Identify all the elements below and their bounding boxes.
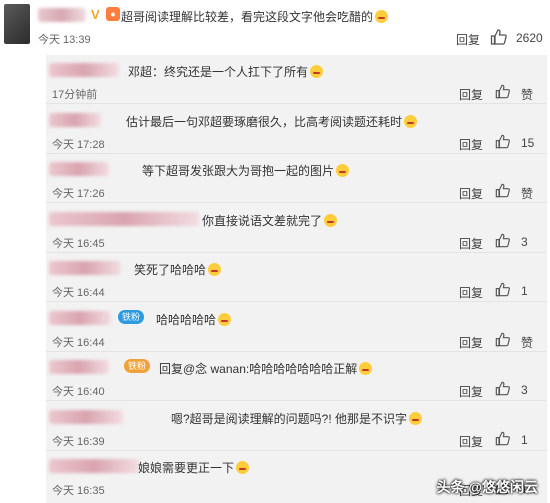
reply-timestamp: 今天 17:26 (52, 188, 105, 200)
emoji-icon (310, 65, 324, 78)
reply-item: 等下超哥发张跟大为哥抱一起的图片今天 17:26 回复 赞 (46, 154, 547, 203)
reply-item: 估计最后一句邓超要琢磨很久，比高考阅读题还耗时今天 17:28 回复 15 (46, 105, 547, 154)
reply-button[interactable]: 回复 (459, 433, 483, 450)
replies-list: 邓超：终究还是一个人扛下了所有 17分钟前 回复赞估计最后一句邓超要琢磨很久，比高考… (46, 55, 547, 503)
reply-username-blurred[interactable] (49, 113, 101, 127)
reply-timestamp: 今天 16:45 (52, 238, 105, 250)
like-count: 2620 (516, 31, 543, 45)
reply-timestamp: 今天 16:40 (52, 386, 105, 398)
reply-text: 你直接说语文差就完了 (202, 212, 338, 229)
vip-icon: ● (106, 7, 120, 21)
divider (46, 301, 547, 302)
reply-text: 娘娘需要更正一下 (138, 459, 250, 476)
reply-item: 铁粉 回复@念 wanan:哈哈哈哈哈哈哈正解今天 16:40 回复 3 (46, 352, 547, 401)
emoji-icon (218, 313, 232, 326)
reply-body: 笑死了哈哈哈 (134, 263, 207, 277)
thumbs-up-icon[interactable] (490, 29, 508, 45)
reply-item: 笑死了哈哈哈今天 16:44 回复 1 (46, 253, 547, 302)
emoji-icon (336, 164, 350, 177)
reply-button[interactable]: 回复 (456, 31, 480, 48)
reply-button[interactable]: 回复 (459, 86, 483, 103)
reply-username-blurred[interactable] (49, 261, 121, 275)
emoji-icon (404, 115, 418, 128)
reply-timestamp: 17分钟前 (52, 89, 98, 101)
reply-text: 笑死了哈哈哈 (134, 261, 222, 278)
emoji-icon (359, 362, 373, 375)
divider (46, 400, 547, 401)
reply-timestamp: 今天 16:35 (52, 485, 105, 497)
comment-thread: V ● 超哥阅读理解比较差，看完这段文字他会吃醋的 今天 13:39 回复 26… (0, 0, 550, 503)
emoji-icon (208, 263, 222, 276)
thumbs-up-icon[interactable] (495, 233, 511, 248)
divider (46, 103, 547, 104)
reply-username-blurred[interactable] (49, 212, 199, 226)
timestamp: 今天 13:39 (38, 34, 91, 46)
reply-username-blurred[interactable] (49, 459, 139, 473)
thumbs-up-icon[interactable] (495, 84, 511, 99)
emoji-icon (409, 412, 423, 425)
reply-username-blurred[interactable] (49, 360, 109, 374)
reply-body: 哈哈哈哈哈 (156, 313, 217, 327)
reply-timestamp: 今天 16:44 (52, 287, 105, 299)
reply-button[interactable]: 回复 (459, 185, 483, 202)
reply-timestamp: 今天 16:44 (52, 337, 105, 349)
reply-username-blurred[interactable] (49, 63, 119, 77)
reply-button[interactable]: 回复 (459, 383, 483, 400)
username-blurred[interactable] (38, 8, 86, 22)
reply-body: 等下超哥发张跟大为哥抱一起的图片 (142, 164, 335, 178)
comment-body: 超哥阅读理解比较差，看完这段文字他会吃醋的 (121, 10, 374, 24)
reply-body: 你直接说语文差就完了 (202, 214, 323, 228)
reply-item: 铁粉 哈哈哈哈哈今天 16:44 回复 赞 (46, 303, 547, 352)
reply-body: 估计最后一句邓超要琢磨很久，比高考阅读题还耗时 (126, 115, 403, 129)
like-count: 3 (521, 235, 528, 249)
smile-emoji-icon (375, 10, 389, 23)
reply-text: 估计最后一句邓超要琢磨很久，比高考阅读题还耗时 (126, 113, 418, 130)
thumbs-up-icon[interactable] (495, 381, 511, 396)
like-count: 1 (521, 284, 528, 298)
reply-button[interactable]: 回复 (459, 334, 483, 351)
watermark: 头条 @悠悠闲云 (436, 479, 538, 495)
reply-item: 邓超：终究还是一个人扛下了所有 17分钟前 回复 赞 (46, 55, 547, 104)
reply-username-blurred[interactable] (49, 410, 123, 424)
reply-timestamp: 今天 16:39 (52, 436, 105, 448)
divider (46, 202, 547, 203)
reply-text: 回复@念 wanan:哈哈哈哈哈哈哈正解 (159, 360, 373, 377)
fan-badge: 铁粉 (118, 310, 145, 324)
reply-body: 邓超：终究还是一个人扛下了所有 (128, 65, 309, 79)
like-count: 赞 (521, 187, 534, 201)
like-count: 3 (521, 383, 528, 397)
comment-text: 超哥阅读理解比较差，看完这段文字他会吃醋的 (121, 8, 389, 25)
reply-body: 回复@念 wanan:哈哈哈哈哈哈哈正解 (159, 362, 358, 376)
thumbs-up-icon[interactable] (495, 134, 511, 149)
reply-username-blurred[interactable] (49, 162, 109, 176)
main-comment: V ● 超哥阅读理解比较差，看完这段文字他会吃醋的 今天 13:39 回复 26… (0, 0, 550, 50)
like-count: 1 (521, 433, 528, 447)
like-count: 15 (521, 136, 535, 150)
thumbs-up-icon[interactable] (495, 282, 511, 297)
reply-timestamp: 今天 17:28 (52, 139, 105, 151)
thumbs-up-icon[interactable] (495, 183, 511, 198)
reply-item: 嗯?超哥是阅读理解的问题吗?! 他那是不识字今天 16:39 回复 1 (46, 402, 547, 451)
like-count: 赞 (521, 336, 534, 350)
reply-text: 嗯?超哥是阅读理解的问题吗?! 他那是不识字 (171, 410, 423, 427)
thumbs-up-icon[interactable] (495, 431, 511, 446)
reply-button[interactable]: 回复 (459, 136, 483, 153)
emoji-icon (324, 214, 338, 227)
reply-text: 邓超：终究还是一个人扛下了所有 (128, 63, 324, 80)
reply-text: 等下超哥发张跟大为哥抱一起的图片 (142, 162, 350, 179)
avatar[interactable] (4, 4, 30, 44)
reply-button[interactable]: 回复 (459, 284, 483, 301)
reply-username-blurred[interactable] (49, 311, 111, 325)
fan-badge: 铁粉 (124, 359, 151, 373)
emoji-icon (236, 461, 250, 474)
reply-body: 嗯?超哥是阅读理解的问题吗?! 他那是不识字 (171, 412, 408, 426)
reply-button[interactable]: 回复 (459, 235, 483, 252)
reply-text: 哈哈哈哈哈 (156, 311, 232, 328)
verified-v-icon: V (91, 7, 100, 22)
reply-body: 娘娘需要更正一下 (138, 461, 235, 475)
reply-item: 你直接说语文差就完了今天 16:45 回复 3 (46, 204, 547, 253)
thumbs-up-icon[interactable] (495, 332, 511, 347)
like-count: 赞 (521, 88, 534, 102)
